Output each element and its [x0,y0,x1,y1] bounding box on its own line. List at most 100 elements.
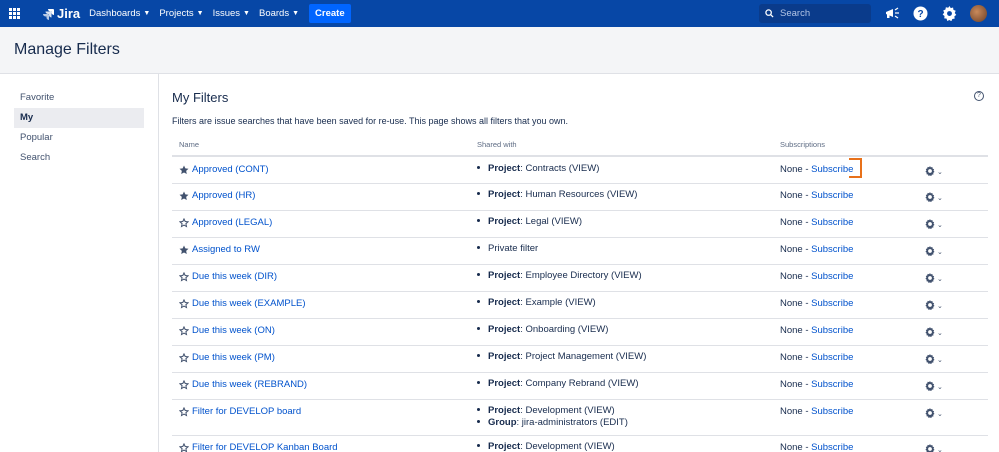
subscriptions-none: None - [780,298,812,309]
column-header-name: Name [179,140,200,149]
subscriptions-cell: None - Subscribe [780,352,853,363]
create-button[interactable]: Create [309,4,351,23]
star-outline-icon[interactable] [178,217,190,228]
notifications-megaphone-icon[interactable] [884,5,901,22]
subscriptions-cell: None - Subscribe [780,442,853,452]
filter-name-link[interactable]: Due this week (REBRAND) [192,379,307,390]
subscribe-link[interactable]: Subscribe [811,190,853,201]
help-icon[interactable]: ? [912,5,929,22]
filter-name-link[interactable]: Approved (CONT) [192,164,269,175]
search-icon [765,9,774,18]
logo-text: Jira [57,6,81,21]
subscribe-link[interactable]: Subscribe [811,217,853,228]
app-switcher-icon[interactable] [9,8,20,19]
star-filled-icon[interactable] [179,245,189,255]
filter-actions-button[interactable]: ⌄ [925,326,947,339]
nav-dashboards[interactable]: Dashboards ▼ [89,8,150,19]
subscribe-link[interactable]: Subscribe [811,442,853,452]
subscribe-link[interactable]: Subscribe [811,406,853,417]
nav-boards[interactable]: Boards ▼ [259,8,299,19]
subscriptions-none: None - [780,190,812,201]
filter-actions-button[interactable]: ⌄ [925,245,947,258]
star-outline-icon[interactable] [178,442,190,452]
nav-issues[interactable]: Issues ▼ [213,8,250,19]
subscribe-link[interactable]: Subscribe [811,379,853,390]
subscriptions-none: None - [780,217,812,228]
star-outline-icon[interactable] [178,352,190,363]
filter-name-link[interactable]: Due this week (EXAMPLE) [192,298,306,309]
gear-icon [925,407,935,421]
user-avatar[interactable] [970,5,987,22]
subscribe-link[interactable]: Subscribe [811,298,853,309]
subscribe-link[interactable]: Subscribe [811,244,853,255]
sidebar: Favorite My Popular Search [14,88,144,168]
section-title: My Filters [172,90,229,105]
chevron-down-icon: ▼ [243,10,250,17]
share-type: Project [488,163,521,174]
share-target: : Example (VIEW) [520,297,596,308]
filter-actions-button[interactable]: ⌄ [925,299,947,312]
bullet-icon [477,407,480,411]
subscribe-link[interactable]: Subscribe [811,325,853,336]
sidebar-item-search[interactable]: Search [14,148,144,168]
chevron-down-icon: ⌄ [937,303,943,310]
star-filled-icon[interactable] [179,191,189,201]
column-header-shared: Shared with [477,140,517,149]
subscriptions-cell: None - Subscribe [780,379,853,390]
subscriptions-cell: None - Subscribe [780,271,853,282]
star-outline-icon[interactable] [178,271,190,282]
settings-gear-icon[interactable] [941,5,958,22]
table-row: Due this week (PM) Project: Project Manag… [172,346,988,373]
star-outline-icon[interactable] [178,406,190,417]
filter-name-link[interactable]: Due this week (ON) [192,325,275,336]
shared-with-item: Project: Legal (VIEW) [477,216,582,228]
jira-logo[interactable]: Jira [42,6,80,21]
subscriptions-none: None - [780,352,812,363]
filter-name-link[interactable]: Due this week (PM) [192,352,275,363]
filter-name-link[interactable]: Approved (HR) [192,190,255,201]
subscribe-link[interactable]: Subscribe [811,271,853,282]
subscriptions-none: None - [780,379,812,390]
share-target: : jira-administrators (EDIT) [516,417,628,428]
filter-actions-button[interactable]: ⌄ [925,191,947,204]
star-outline-icon[interactable] [178,325,190,336]
star-outline-icon[interactable] [178,298,190,309]
sidebar-item-my[interactable]: My [14,108,144,128]
filter-name-link[interactable]: Due this week (DIR) [192,271,277,282]
shared-with-list: Project: Company Rebrand (VIEW) [477,378,638,390]
filter-actions-button[interactable]: ⌄ [925,272,947,285]
subscribe-link[interactable]: Subscribe [811,164,853,175]
filter-actions-button[interactable]: ⌄ [925,165,947,178]
sidebar-item-popular[interactable]: Popular [14,128,144,148]
subscriptions-cell: None - Subscribe [780,217,853,228]
share-type: Project [488,270,521,281]
subscriptions-none: None - [780,406,812,417]
chevron-down-icon: ▼ [143,10,151,17]
sidebar-item-favorite[interactable]: Favorite [14,88,144,108]
nav-projects[interactable]: Projects ▼ [159,8,203,19]
search-input[interactable] [780,8,870,19]
filter-actions-button[interactable]: ⌄ [925,443,947,452]
filter-actions-button[interactable]: ⌄ [925,407,947,421]
subscriptions-cell: None - Subscribe [780,164,853,175]
filter-name-link[interactable]: Approved (LEGAL) [192,217,272,228]
filter-name-link[interactable]: Assigned to RW [192,244,260,255]
filter-actions-button[interactable]: ⌄ [925,380,947,393]
filter-actions-button[interactable]: ⌄ [925,218,947,231]
subscribe-link[interactable]: Subscribe [811,352,853,363]
search-box[interactable] [759,4,871,23]
chevron-down-icon: ⌄ [937,169,943,176]
shared-with-item: Project: Development (VIEW) [477,405,628,417]
gear-icon [925,443,935,452]
star-filled-icon[interactable] [179,165,189,175]
filter-name-link[interactable]: Filter for DEVELOP board [192,406,301,417]
star-outline-icon[interactable] [178,379,190,390]
jira-logo-icon [43,8,54,20]
help-circle-icon[interactable]: ? [974,91,984,101]
share-type: Project [488,297,521,308]
chevron-down-icon: ⌄ [937,330,943,337]
share-type: Project [488,216,521,227]
filter-name-link[interactable]: Filter for DEVELOP Kanban Board [192,442,338,452]
page-header: Manage Filters [0,27,999,74]
filter-actions-button[interactable]: ⌄ [925,353,947,366]
